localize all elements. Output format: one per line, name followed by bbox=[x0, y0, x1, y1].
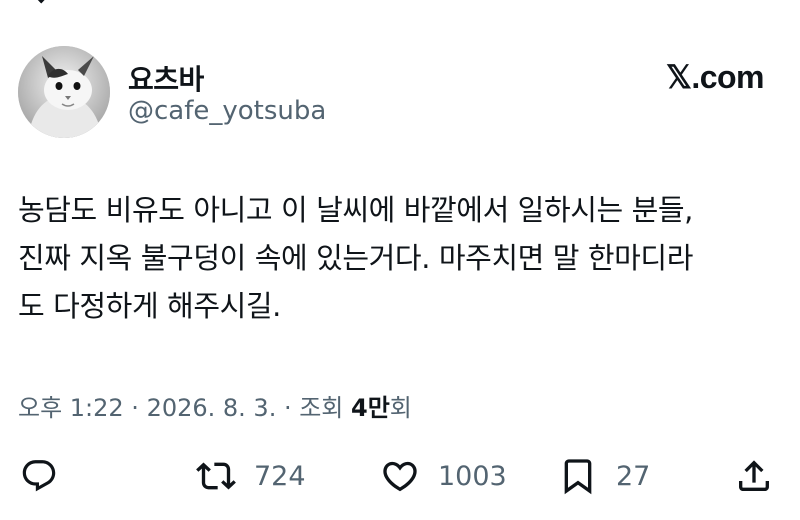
views-suffix: 회 bbox=[389, 394, 412, 422]
cat-avatar-icon bbox=[18, 46, 110, 138]
repost-count: 724 bbox=[254, 460, 306, 492]
bookmark-button[interactable]: 27 bbox=[558, 450, 650, 502]
views-count: 4만 bbox=[351, 394, 390, 422]
share-button[interactable] bbox=[734, 450, 774, 502]
like-count: 1003 bbox=[438, 460, 507, 492]
repost-icon bbox=[196, 462, 236, 490]
repost-button[interactable]: 724 bbox=[196, 450, 306, 502]
x-logo[interactable]: 𝕏.com bbox=[666, 58, 764, 96]
tweet-line: 진짜 지옥 불구덩이 속에 있는거다. 마주치면 말 한마디라 bbox=[18, 241, 693, 275]
tweet-line: 도 다정하게 해주시길. bbox=[18, 289, 281, 323]
display-name[interactable]: 요츠바 bbox=[128, 58, 204, 98]
bookmark-count: 27 bbox=[616, 460, 651, 492]
reply-icon bbox=[22, 460, 56, 492]
back-arrow-icon[interactable] bbox=[30, 0, 51, 4]
share-icon bbox=[739, 460, 769, 491]
heart-icon bbox=[383, 461, 417, 492]
tweet-line: 농담도 비유도 아니고 이 날씨에 바깥에서 일하시는 분들, bbox=[18, 193, 693, 227]
reply-button[interactable] bbox=[20, 450, 58, 502]
cropped-top-bar bbox=[0, 0, 800, 8]
tweet-text: 농담도 비유도 아니고 이 날씨에 바깥에서 일하시는 분들, 진짜 지옥 불구… bbox=[18, 186, 788, 330]
tweet-header: 요츠바 @cafe_yotsuba 𝕏.com bbox=[18, 44, 782, 140]
like-button[interactable]: 1003 bbox=[380, 450, 507, 502]
avatar[interactable] bbox=[18, 46, 110, 138]
action-bar: 724 1003 27 bbox=[0, 450, 800, 502]
timestamp[interactable]: 오후 1:22 · 2026. 8. 3. · 조회 bbox=[18, 394, 351, 422]
user-handle[interactable]: @cafe_yotsuba bbox=[128, 96, 326, 126]
bookmark-icon bbox=[564, 459, 592, 495]
tweet-meta: 오후 1:22 · 2026. 8. 3. · 조회 4만회 bbox=[18, 388, 412, 423]
